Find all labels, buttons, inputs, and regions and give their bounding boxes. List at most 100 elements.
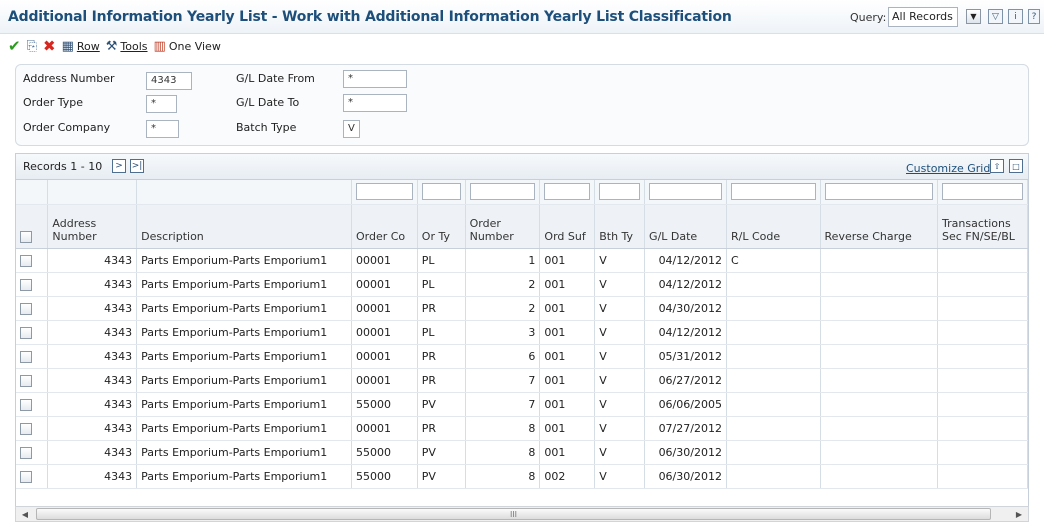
gl-date-cell: 04/12/2012 [644,272,727,297]
row-checkbox[interactable] [20,302,32,315]
find-icon[interactable]: ⎘ [27,40,37,53]
row-menu-button[interactable]: ▦ Row [62,40,100,53]
address-number-cell: 4343 [47,392,138,417]
help-icon[interactable]: ? [1028,9,1040,24]
one-view-label: One View [168,39,221,53]
filter-icon[interactable]: ▽ [988,9,1003,24]
rl-code-cell [726,296,821,321]
order-type-field[interactable]: * [146,95,177,113]
row-checkbox[interactable] [20,254,32,267]
row-checkbox[interactable] [20,470,32,483]
column-header-gl-date[interactable]: G/L Date [644,204,727,249]
export-icon[interactable]: ⇧ [990,159,1004,173]
column-header-reverse-charge[interactable]: Reverse Charge [820,204,939,249]
maximize-grid-icon[interactable]: □ [1009,159,1023,173]
qbe-reverse-charge-input[interactable] [824,183,934,201]
address-number-cell: 4343 [47,464,138,489]
qbe-row [16,180,1028,205]
row-checkbox[interactable] [20,374,32,387]
table-row[interactable]: 4343 Parts Emporium-Parts Emporium1 00001 P… [16,368,1028,393]
column-header-bth-ty[interactable]: Bth Ty [594,204,646,249]
reverse-charge-cell [820,272,939,297]
table-row[interactable]: 4343 Parts Emporium-Parts Emporium1 00001 P… [16,296,1028,321]
tools-icon: ⚒ [105,38,118,54]
row-checkbox[interactable] [20,278,32,291]
gl-date-to-field[interactable]: * [343,94,407,112]
or-ty-cell: PV [417,392,466,417]
table-row[interactable]: 4343 Parts Emporium-Parts Emporium1 55000 P… [16,440,1028,465]
column-header-order-number[interactable]: Order Number [465,204,541,249]
table-row[interactable]: 4343 Parts Emporium-Parts Emporium1 00001 P… [16,344,1028,369]
order-co-cell: 00001 [351,416,418,441]
column-header-row: Address Number Description Order Co Or T… [16,204,1028,249]
column-header-transactions[interactable]: Transactions Sec FN/SE/BL [937,204,1028,249]
address-number-field[interactable]: 4343 [146,72,192,90]
gl-date-cell: 04/12/2012 [644,248,727,273]
rl-code-cell [726,464,821,489]
reverse-charge-cell [820,344,939,369]
scroll-left-icon[interactable]: ◀ [18,508,32,520]
transactions-cell [937,416,1028,441]
qbe-order-co-input[interactable] [355,183,413,201]
customize-grid-link[interactable]: Customize Grid [906,162,990,175]
qbe-gl-date-input[interactable] [649,183,722,201]
table-row[interactable]: 4343 Parts Emporium-Parts Emporium1 00001 P… [16,320,1028,345]
next-page-icon[interactable]: > [112,159,126,173]
qbe-order-number-input[interactable] [469,183,536,201]
ok-check-icon[interactable]: ✔ [8,37,21,55]
qbe-transactions-input[interactable] [942,183,1023,201]
one-view-button[interactable]: ▥ One View [154,40,221,53]
or-ty-cell: PR [417,296,466,321]
description-cell: Parts Emporium-Parts Emporium1 [136,392,352,417]
qbe-bth-ty-input[interactable] [599,183,641,201]
batch-type-field[interactable]: V [343,120,360,138]
horizontal-scrollbar[interactable]: ◀ III ▶ [15,506,1029,522]
transactions-cell [937,296,1028,321]
address-number-cell: 4343 [47,272,138,297]
column-header-rl-code[interactable]: R/L Code [726,204,821,249]
qbe-ord-suf-input[interactable] [544,183,591,201]
table-row[interactable]: 4343 Parts Emporium-Parts Emporium1 00001 P… [16,272,1028,297]
close-x-icon[interactable]: ✖ [43,37,56,55]
column-header-or-ty[interactable]: Or Ty [417,204,466,249]
description-cell: Parts Emporium-Parts Emporium1 [136,296,352,321]
scroll-thumb[interactable]: III [36,508,991,520]
qbe-or-ty-input[interactable] [421,183,461,201]
table-row[interactable]: 4343 Parts Emporium-Parts Emporium1 00001 P… [16,416,1028,441]
tools-menu-button[interactable]: ⚒ Tools [106,40,148,53]
or-ty-cell: PR [417,368,466,393]
gl-date-from-field[interactable]: * [343,70,407,88]
order-number-cell: 8 [465,440,541,465]
toolbar: ✔ ⎘ ✖ ▦ Row ⚒ Tools ▥ One View [0,34,1044,58]
info-icon[interactable]: i [1008,9,1023,24]
description-cell: Parts Emporium-Parts Emporium1 [136,368,352,393]
description-cell: Parts Emporium-Parts Emporium1 [136,416,352,441]
bth-ty-cell: V [594,440,646,465]
order-company-field[interactable]: * [146,120,179,138]
row-checkbox[interactable] [20,398,32,411]
or-ty-cell: PL [417,320,466,345]
gl-date-cell: 06/30/2012 [644,464,727,489]
order-number-cell: 2 [465,272,541,297]
column-header-ord-suf[interactable]: Ord Suf [539,204,596,249]
row-checkbox[interactable] [20,350,32,363]
gl-date-cell: 04/12/2012 [644,320,727,345]
reverse-charge-cell [820,368,939,393]
last-page-icon[interactable]: >| [130,159,144,173]
row-checkbox[interactable] [20,422,32,435]
qbe-rl-code-input[interactable] [730,183,816,201]
bth-ty-cell: V [594,320,646,345]
column-header-description[interactable]: Description [136,204,352,249]
query-dropdown-icon[interactable]: ▼ [966,9,981,24]
row-checkbox[interactable] [20,446,32,459]
or-ty-cell: PR [417,416,466,441]
table-row[interactable]: 4343 Parts Emporium-Parts Emporium1 00001 P… [16,248,1028,273]
column-header-address-number[interactable]: Address Number [47,204,138,249]
table-row[interactable]: 4343 Parts Emporium-Parts Emporium1 55000 P… [16,464,1028,489]
select-all-checkbox[interactable] [20,230,32,243]
table-row[interactable]: 4343 Parts Emporium-Parts Emporium1 55000 P… [16,392,1028,417]
row-checkbox[interactable] [20,326,32,339]
scroll-right-icon[interactable]: ▶ [1012,508,1026,520]
column-header-order-co[interactable]: Order Co [351,204,418,249]
query-select[interactable]: All Records [888,7,958,27]
